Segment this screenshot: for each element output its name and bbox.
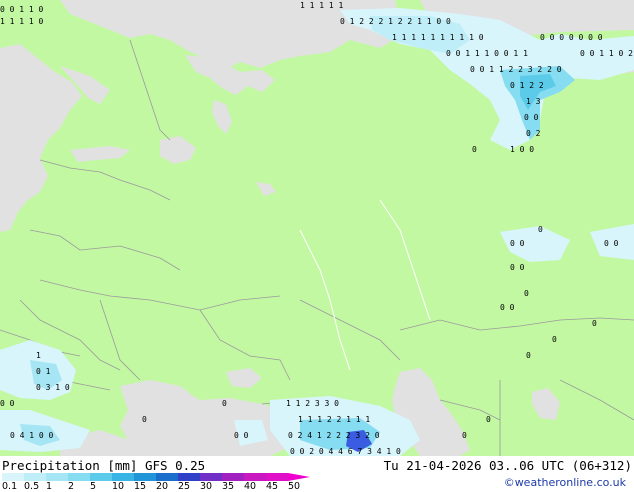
color-scale-segment [68,473,90,481]
precip-value: 0 0 0 0 0 0 0 [540,33,603,42]
legend-model: GFS 0.25 [145,458,206,473]
color-scale-tick: 0.5 [24,481,40,492]
precip-value: 0 [142,415,147,424]
precip-value: 0 0 1 1 2 2 3 2 2 0 [470,65,562,74]
color-scale-segment [288,473,310,481]
precip-value: 0 [524,289,529,298]
color-scale-segment [46,473,68,481]
color-scale-segment [266,473,288,481]
credit-link[interactable]: ©weatheronline.co.uk [504,476,626,489]
precip-value: 0 0 [604,239,619,248]
color-scale-segment [90,473,112,481]
precip-value: 0 0 [510,263,525,272]
color-scale-segment [24,473,46,481]
precip-value: 0 1 2 2 [510,81,544,90]
precipitation-map: 0 0 1 1 0 1 1 1 1 1 1 1 1 1 0 0 1 2 2 2 … [0,0,634,456]
precip-value: 1 3 [526,97,541,106]
color-scale-segment [2,473,24,481]
precip-value: 1 1 1 1 0 [0,17,44,26]
precip-value: 0 0 1 1 0 [0,5,44,14]
legend-title-row: Precipitation [mm] GFS 0.25 [2,458,205,473]
color-scale-segment [200,473,222,481]
precip-value: 1 1 2 3 3 0 [286,399,339,408]
color-scale-tick: 45 [266,481,279,492]
color-scale-tick: 10 [112,481,125,492]
precip-value: 0 [486,415,491,424]
precip-value: 0 0 [500,303,515,312]
precip-value: 0 3 1 0 [36,383,70,392]
precip-value: 0 4 1 0 0 [10,431,54,440]
color-scale [2,473,310,481]
color-scale-tick: 0.1 [2,481,18,492]
precip-value: 0 0 [234,431,249,440]
precip-value: 0 0 [510,239,525,248]
precip-value: 0 1 [36,367,51,376]
legend-bar: Precipitation [mm] GFS 0.25 Tu 21-04-202… [0,456,634,492]
color-scale-tick: 50 [288,481,301,492]
precip-value: 0 2 [526,129,541,138]
precip-value: 0 [526,351,531,360]
color-scale-tick: 1 [46,481,53,492]
precip-value: 0 0 1 1 0 2 1 [580,49,634,58]
color-scale-tick: 30 [200,481,213,492]
precip-value: 1 1 1 1 1 1 1 1 1 0 [392,33,484,42]
color-scale-tick: 2 [68,481,75,492]
legend-datetime: Tu 21-04-2026 03..06 UTC (06+312) [383,458,632,473]
color-scale-segment [178,473,200,481]
precip-value: 0 [552,335,557,344]
precip-value: 1 0 0 [510,145,534,154]
precip-value: 0 0 1 1 1 0 0 1 1 [446,49,528,58]
precip-value: 0 1 2 2 2 1 2 2 1 1 0 0 [340,17,451,26]
precip-value: 0 [538,225,543,234]
legend-variable-title: Precipitation [mm] [2,458,138,473]
color-scale-segment [112,473,134,481]
color-scale-tick: 35 [222,481,235,492]
precip-value: 0 0 [524,113,539,122]
color-scale-segment [156,473,178,481]
precip-value: 0 0 2 0 4 4 6 7 3 4 1 0 [290,447,401,456]
precip-value: 0 2 4 1 2 2 2 3 2 0 [288,431,380,440]
color-scale-segment [222,473,244,481]
color-scale-tick: 40 [244,481,257,492]
precip-value: 0 [462,431,467,440]
precip-value: 0 [222,399,227,408]
precip-value: 1 [36,351,41,360]
color-scale-tick: 20 [156,481,169,492]
color-scale-segment [134,473,156,481]
precip-value: 0 [592,319,597,328]
color-scale-tick: 15 [134,481,147,492]
precip-value: 0 [472,145,477,154]
color-scale-tick: 5 [90,481,97,492]
precip-value: 1 1 1 2 2 1 1 1 [298,415,370,424]
precip-value: 1 1 1 1 1 [300,1,344,10]
color-scale-tick: 25 [178,481,191,492]
color-scale-segment [244,473,266,481]
precip-value: 0 0 [0,399,15,408]
